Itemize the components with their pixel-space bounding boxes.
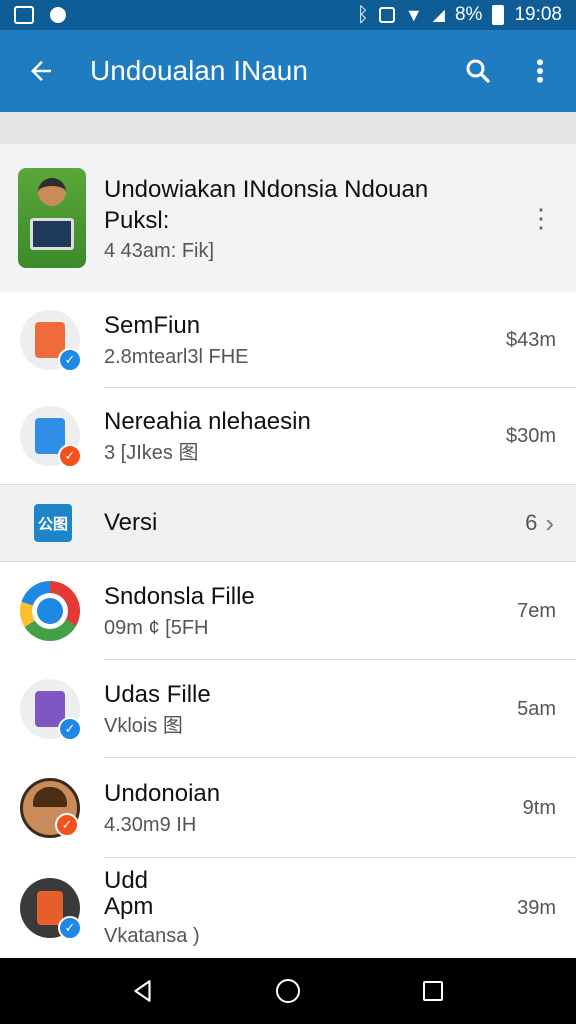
chevron-right-icon: ›: [545, 507, 554, 538]
list-item-title: Udas Fille: [104, 681, 211, 708]
nav-home-icon[interactable]: [268, 971, 308, 1011]
app-header-subtitle: 4 43am: Fik]: [104, 239, 215, 262]
search-icon[interactable]: [460, 53, 496, 89]
page-title: Undoualan INaun: [90, 55, 308, 86]
list-item-title: Undonoian: [104, 780, 221, 807]
list-item[interactable]: ✓ Nereahia nlehaesin 3 [JIkes 图 $30m: [0, 388, 576, 484]
check-badge-icon: ✓: [58, 348, 82, 372]
version-label: Versi: [104, 509, 158, 536]
battery-percent: 8%: [454, 4, 483, 25]
list-item-size: 39m: [517, 896, 556, 919]
list-item-subtitle: 3 [JIkes 图: [104, 442, 199, 464]
version-icon: 公图: [34, 504, 72, 542]
app-header-title: Undowiakan INdonsia Ndouan Puksl:: [104, 175, 429, 234]
app-header-card[interactable]: Undowiakan INdonsia Ndouan Puksl: 4 43am…: [0, 144, 576, 292]
arrow-back-icon[interactable]: [18, 53, 64, 89]
list-item-size: $43m: [505, 328, 556, 351]
list-item-size: 7em: [517, 599, 556, 622]
device-app-icon: ✓: [20, 878, 82, 940]
battery-icon: [492, 5, 505, 25]
more-vert-icon[interactable]: [522, 53, 558, 89]
document-icon: ✓: [20, 406, 82, 468]
check-badge-icon: ✓: [58, 717, 82, 741]
app-bar: Undoualan INaun: [0, 30, 576, 112]
app-thumbnail: [18, 168, 86, 268]
list-item-size: 5am: [517, 697, 556, 720]
list-item-subtitle: Vkatansa ): [104, 925, 200, 947]
chrome-icon: [20, 581, 80, 641]
list-item-subtitle: Vklois 图: [104, 715, 183, 737]
clock: 19:08: [514, 4, 562, 25]
system-nav-bar: [0, 958, 576, 1024]
check-badge-icon: ✓: [58, 444, 82, 468]
list-item-title: SemFiun: [104, 312, 201, 339]
signal-icon: ◢: [432, 7, 445, 24]
nav-back-icon[interactable]: [123, 971, 163, 1011]
vibrate-icon: [378, 7, 395, 23]
status-bar: ᛒ ▼ ◢ 8% 19:08: [0, 0, 576, 30]
version-count: 6: [525, 510, 538, 535]
list-item[interactable]: ✓ Udd Apm Vkatansa ) 39m: [0, 858, 576, 958]
wifi-icon: ▼: [404, 4, 423, 25]
list-item[interactable]: ✓ Udas Fille Vklois 图 5am: [0, 660, 576, 758]
check-badge-icon: ✓: [55, 813, 79, 837]
list-item-subtitle: 4.30m9 IH: [104, 814, 197, 836]
nav-recents-icon[interactable]: [413, 971, 453, 1011]
app-notification-icon: [50, 7, 66, 23]
list-item-title: Nereahia nlehaesin: [104, 408, 311, 435]
document-icon: ✓: [20, 310, 82, 372]
list-item-size: 9tm: [522, 796, 556, 819]
list-item-subtitle: 09m ¢ [5FH: [104, 617, 209, 639]
list-item[interactable]: ✓ Undonoian 4.30m9 IH 9tm: [0, 758, 576, 858]
bluetooth-icon: ᛒ: [356, 3, 369, 26]
notification-icon: [14, 6, 34, 24]
list-item-title: Udd Apm: [104, 867, 154, 920]
list-item-title: Sndonsla Fille: [104, 583, 255, 610]
list-item-subtitle: 2.8mtearl3l FHE: [104, 346, 249, 368]
list-item[interactable]: Sndonsla Fille 09m ¢ [5FH 7em: [0, 562, 576, 660]
check-badge-icon: ✓: [58, 916, 82, 940]
person-avatar-icon: ✓: [20, 778, 80, 838]
header-more-icon[interactable]: ⋮: [516, 203, 566, 234]
edit-document-icon: ✓: [20, 679, 82, 741]
version-row[interactable]: 公图 Versi 6 ›: [0, 484, 576, 562]
list-item-size: $30m: [505, 424, 556, 447]
list-item[interactable]: ✓ SemFiun 2.8mtearl3l FHE $43m: [0, 292, 576, 388]
section-divider: [0, 112, 576, 144]
